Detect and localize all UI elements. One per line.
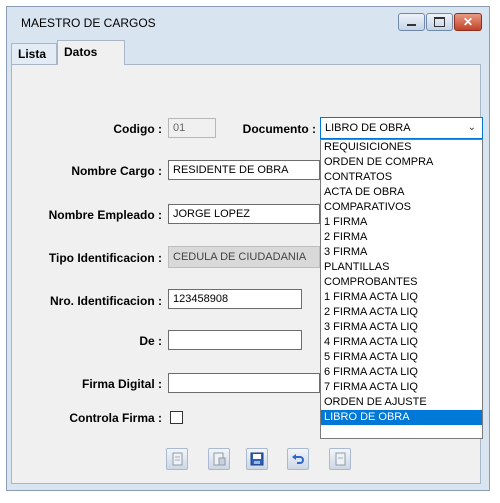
new-button[interactable] xyxy=(166,448,188,470)
save-icon xyxy=(250,452,264,466)
window-title: MAESTRO DE CARGOS xyxy=(21,16,156,30)
dropdown-option[interactable]: REQUISICIONES xyxy=(321,140,482,155)
maximize-icon xyxy=(434,17,445,27)
documento-select[interactable]: LIBRO DE OBRA ⌄ xyxy=(320,117,483,139)
documento-label: Documento : xyxy=(242,122,316,136)
codigo-label: Codigo : xyxy=(113,122,162,136)
dropdown-option[interactable]: ORDEN DE COMPRA xyxy=(321,155,482,170)
dropdown-option[interactable]: 1 FIRMA ACTA LIQ xyxy=(321,290,482,305)
documento-selected-value: LIBRO DE OBRA xyxy=(325,122,411,134)
de-label: De : xyxy=(139,334,162,348)
close-button[interactable]: ✕ xyxy=(454,13,482,31)
minimize-button[interactable] xyxy=(398,13,425,31)
minimize-icon xyxy=(407,24,416,26)
firma-digital-field[interactable] xyxy=(168,373,320,393)
dropdown-option[interactable]: COMPARATIVOS xyxy=(321,200,482,215)
tipo-identificacion-field[interactable]: CEDULA DE CIUDADANIA xyxy=(168,246,320,268)
nro-identificacion-label: Nro. Identificacion : xyxy=(49,294,162,308)
nombre-cargo-field[interactable]: RESIDENTE DE OBRA xyxy=(168,160,320,180)
nombre-empleado-field[interactable]: JORGE LOPEZ xyxy=(168,204,320,224)
dropdown-option-selected[interactable]: LIBRO DE OBRA xyxy=(321,410,482,425)
edit-button[interactable] xyxy=(208,448,230,470)
save-button[interactable] xyxy=(246,448,268,470)
dropdown-option[interactable]: 1 FIRMA xyxy=(321,215,482,230)
dropdown-option[interactable]: 3 FIRMA xyxy=(321,245,482,260)
undo-icon xyxy=(292,454,304,464)
title-bar[interactable]: MAESTRO DE CARGOS ✕ xyxy=(7,7,489,39)
close-icon: ✕ xyxy=(462,15,474,29)
dropdown-option[interactable]: PLANTILLAS xyxy=(321,260,482,275)
dropdown-option[interactable]: 2 FIRMA ACTA LIQ xyxy=(321,305,482,320)
dropdown-option[interactable]: ORDEN DE AJUSTE xyxy=(321,395,482,410)
edit-doc-icon xyxy=(213,452,226,466)
dropdown-option[interactable]: 7 FIRMA ACTA LIQ xyxy=(321,380,482,395)
dropdown-option[interactable]: 5 FIRMA ACTA LIQ xyxy=(321,350,482,365)
delete-button[interactable] xyxy=(329,448,351,470)
delete-doc-icon xyxy=(335,452,346,466)
undo-button[interactable] xyxy=(287,448,309,470)
tab-lista[interactable]: Lista xyxy=(11,43,57,64)
dropdown-option[interactable]: 4 FIRMA ACTA LIQ xyxy=(321,335,482,350)
dropdown-option[interactable]: COMPROBANTES xyxy=(321,275,482,290)
new-doc-icon xyxy=(172,452,183,466)
tab-datos[interactable]: Datos xyxy=(57,40,125,65)
nombre-empleado-label: Nombre Empleado : xyxy=(48,208,162,222)
tipo-identificacion-label: Tipo Identificacion : xyxy=(48,251,162,265)
documento-dropdown-list[interactable]: REQUISICIONES ORDEN DE COMPRA CONTRATOS … xyxy=(320,139,483,439)
nro-identificacion-field[interactable]: 123458908 xyxy=(168,289,302,309)
controla-firma-label: Controla Firma : xyxy=(69,411,162,425)
dropdown-option[interactable]: ACTA DE OBRA xyxy=(321,185,482,200)
codigo-field[interactable]: 01 xyxy=(168,118,216,138)
maximize-button[interactable] xyxy=(426,13,453,31)
nombre-cargo-label: Nombre Cargo : xyxy=(71,164,162,178)
dropdown-option[interactable]: 6 FIRMA ACTA LIQ xyxy=(321,365,482,380)
firma-digital-label: Firma Digital : xyxy=(81,377,162,391)
chevron-down-icon[interactable]: ⌄ xyxy=(468,118,476,138)
dropdown-option[interactable]: 3 FIRMA ACTA LIQ xyxy=(321,320,482,335)
dropdown-option[interactable]: 2 FIRMA xyxy=(321,230,482,245)
dropdown-option[interactable]: CONTRATOS xyxy=(321,170,482,185)
controla-firma-checkbox[interactable] xyxy=(170,411,183,424)
de-field[interactable] xyxy=(168,330,302,350)
